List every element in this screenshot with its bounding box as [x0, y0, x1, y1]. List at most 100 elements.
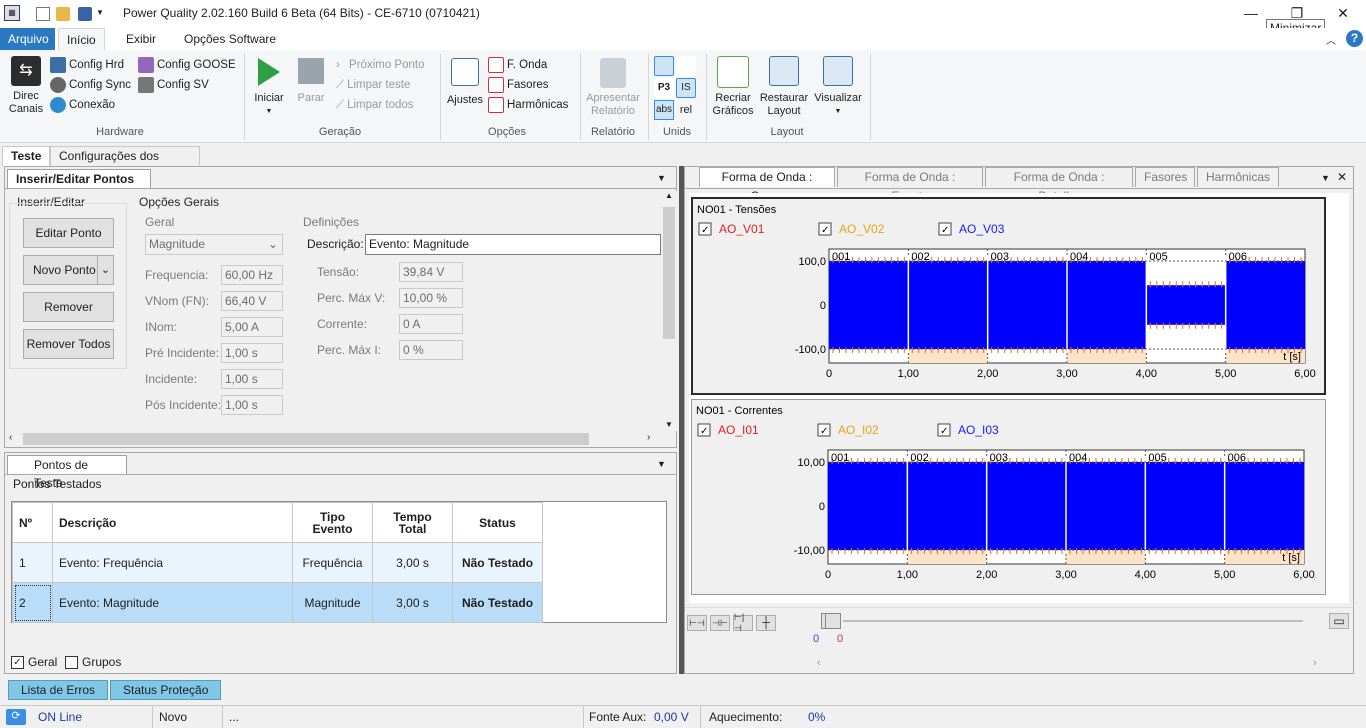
- descricao-input[interactable]: Evento: Magnitude: [365, 234, 661, 255]
- tab-status-protecao[interactable]: Status Proteção: [110, 680, 222, 700]
- geral-field-input[interactable]: 1,00 s: [221, 369, 283, 389]
- visualizar-button[interactable]: Visualizar ▼: [812, 56, 864, 118]
- editar-ponto-button[interactable]: Editar Ponto: [23, 218, 114, 248]
- seq-units-icon[interactable]: IS: [676, 78, 696, 98]
- scroll-down-icon[interactable]: ▼: [661, 420, 677, 429]
- legend-item[interactable]: ✓ AO_I03: [937, 423, 999, 437]
- legend-item[interactable]: ✓ AO_V02: [818, 222, 885, 236]
- iniciar-button[interactable]: Iniciar ▼: [250, 58, 288, 118]
- geral-field-input[interactable]: 1,00 s: [221, 343, 283, 363]
- definicoes-field-input[interactable]: 0 %: [399, 340, 463, 360]
- apresentar-relatorio-button[interactable]: Apresentar Relatório: [582, 58, 644, 118]
- legend-item[interactable]: ✓ AO_I01: [697, 423, 759, 437]
- tab-configuracoes-testes[interactable]: Configurações dos Testes: [50, 146, 200, 182]
- panel-menu-icon[interactable]: ▼: [657, 459, 666, 469]
- zoom-in-icon[interactable]: ⊣⊢: [710, 615, 730, 631]
- tab-pontos-de-teste[interactable]: Pontos de Teste: [7, 455, 127, 490]
- column-header[interactable]: Status: [452, 502, 543, 543]
- f-onda-button[interactable]: F. Onda: [488, 55, 568, 75]
- remover-todos-button[interactable]: Remover Todos: [23, 329, 114, 359]
- tab-wave-1[interactable]: Forma de Onda : Evento: [837, 167, 983, 203]
- close-button[interactable]: ✕: [1320, 0, 1366, 26]
- tab-wave-4[interactable]: Harmônicas: [1197, 167, 1279, 187]
- close-panel-icon[interactable]: ✕: [1337, 170, 1347, 184]
- tab-lista-de-erros[interactable]: Lista de Erros: [8, 680, 109, 700]
- restaurar-layout-button[interactable]: Restaurar Layout: [758, 56, 810, 118]
- sine-units-icon[interactable]: [676, 56, 696, 76]
- table-row[interactable]: 2 Evento: Magnitude Magnitude 3,00 s Não Tes…: [12, 582, 543, 623]
- column-header[interactable]: Tempo Total: [372, 502, 453, 543]
- slider-thumb-right[interactable]: [825, 613, 841, 629]
- geral-field-input[interactable]: 5,00 A: [221, 317, 283, 337]
- abs-toggle[interactable]: abs: [654, 100, 674, 120]
- magnitude-select[interactable]: Magnitude ⌄: [145, 234, 283, 255]
- horizontal-scrollbar[interactable]: ‹ ›: [5, 431, 661, 447]
- column-header[interactable]: Tipo Evento: [292, 502, 373, 543]
- chevron-down-icon[interactable]: ⌄: [97, 256, 113, 284]
- zoom-out-icon[interactable]: ⊢|⊣: [733, 612, 753, 633]
- zoom-fit-icon[interactable]: ⊢⊣: [687, 615, 707, 631]
- slider-track[interactable]: [843, 620, 1303, 622]
- legend-item[interactable]: ✓ AO_V03: [938, 222, 1005, 236]
- scroll-right-icon[interactable]: ›: [647, 432, 650, 443]
- cursor-icon[interactable]: ┼: [756, 615, 776, 631]
- tab-wave-3[interactable]: Fasores: [1135, 167, 1195, 187]
- geral-field-input[interactable]: 66,40 V: [221, 291, 283, 311]
- harmonicas-button[interactable]: Harmônicas: [488, 95, 568, 115]
- definicoes-field-input[interactable]: 0 A: [399, 314, 463, 334]
- fasores-button[interactable]: Fasores: [488, 75, 568, 95]
- tab-arquivo[interactable]: Arquivo: [0, 28, 55, 50]
- new-file-icon[interactable]: [36, 7, 50, 21]
- ribbon-collapse-icon[interactable]: ︿: [1326, 32, 1336, 47]
- table-row[interactable]: 1 Evento: Frequência Frequência 3,00 s Não T…: [12, 542, 543, 583]
- hscroll-thumb[interactable]: [23, 433, 589, 445]
- tab-inserir-editar-pontos[interactable]: Inserir/Editar Pontos: [7, 169, 151, 188]
- geral-checkbox[interactable]: ✓ Geral: [11, 655, 57, 669]
- geral-field-input[interactable]: 60,00 Hz: [221, 265, 283, 285]
- config-hrd-button[interactable]: Config Hrd: [50, 55, 131, 75]
- clock-units-icon[interactable]: [654, 56, 674, 76]
- help-icon[interactable]: ?: [1346, 30, 1363, 47]
- scroll-left-icon[interactable]: ‹: [9, 432, 12, 443]
- definicoes-field-input[interactable]: 39,84 V: [399, 262, 463, 282]
- config-sv-button[interactable]: Config SV: [138, 75, 236, 95]
- config-goose-button[interactable]: Config GOOSE: [138, 55, 236, 75]
- remover-button[interactable]: Remover: [23, 292, 114, 322]
- tab-teste[interactable]: Teste: [2, 146, 51, 166]
- parar-button[interactable]: Parar: [292, 58, 330, 105]
- scroll-thumb[interactable]: [663, 207, 675, 339]
- recriar-graficos-button[interactable]: Recriar Gráficos: [708, 56, 758, 118]
- tab-inicio[interactable]: Início: [58, 28, 105, 50]
- novo-ponto-button[interactable]: Novo Ponto ⌄: [23, 255, 114, 285]
- direc-canais-button[interactable]: ⇆ Direc Canais: [4, 56, 48, 116]
- rel-toggle[interactable]: rel: [676, 100, 696, 120]
- conexao-button[interactable]: Conexão: [50, 95, 131, 115]
- tab-opcoes-software[interactable]: Opções Software: [176, 28, 284, 50]
- proximo-ponto-button[interactable]: › Próximo Ponto: [336, 55, 424, 75]
- definicoes-field-input[interactable]: 10,00 %: [399, 288, 463, 308]
- scroll-up-icon[interactable]: ▲: [661, 191, 677, 200]
- tab-wave-2[interactable]: Forma de Onda : Detalhe: [985, 167, 1133, 203]
- phase-units-icon[interactable]: P3: [654, 78, 674, 98]
- tab-wave-0[interactable]: Forma de Onda : Grupo: [699, 167, 835, 203]
- ajustes-button[interactable]: Ajustes: [444, 58, 486, 107]
- panel-menu-icon[interactable]: ▼: [1321, 173, 1330, 183]
- legend-item[interactable]: ✓ AO_I02: [817, 423, 879, 437]
- scroll-right-icon[interactable]: ›: [1313, 657, 1317, 669]
- limpar-teste-button[interactable]: ⟋ Limpar teste: [336, 75, 424, 95]
- save-icon[interactable]: [78, 7, 92, 21]
- open-folder-icon[interactable]: [56, 7, 70, 21]
- vertical-scrollbar[interactable]: ▲ ▼: [661, 191, 677, 431]
- column-header[interactable]: Descrição: [52, 502, 293, 543]
- legend-item[interactable]: ✓ AO_V01: [698, 222, 765, 236]
- fullscreen-icon[interactable]: ▭: [1329, 613, 1349, 629]
- limpar-todos-button[interactable]: ⟋ Limpar todos: [336, 95, 424, 115]
- panel-menu-icon[interactable]: ▼: [657, 173, 666, 183]
- geral-field-input[interactable]: 1,00 s: [221, 395, 283, 415]
- tab-exibir[interactable]: Exibir: [118, 28, 164, 50]
- grupos-checkbox[interactable]: Grupos: [65, 655, 121, 669]
- refresh-icon[interactable]: ⟳: [6, 709, 26, 725]
- scroll-left-icon[interactable]: ‹: [817, 657, 821, 669]
- config-sync-button[interactable]: Config Sync: [50, 75, 131, 95]
- column-header[interactable]: Nº: [12, 502, 53, 543]
